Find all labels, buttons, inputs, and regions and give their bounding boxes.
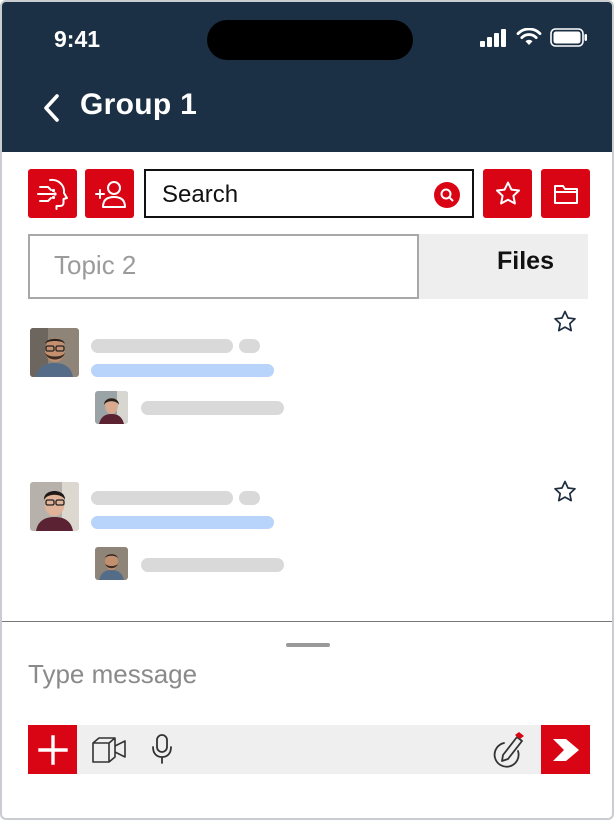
ai-head-icon xyxy=(36,178,68,210)
reply-avatar[interactable] xyxy=(95,391,128,424)
reply-text-placeholder xyxy=(141,401,284,415)
add-user-icon xyxy=(94,180,126,208)
send-button[interactable] xyxy=(541,725,590,774)
tab-topic[interactable]: Topic 2 xyxy=(28,234,419,299)
folder-icon xyxy=(553,184,578,204)
star-icon[interactable] xyxy=(552,479,578,505)
folder-button[interactable] xyxy=(541,169,590,218)
back-chevron-icon[interactable] xyxy=(38,90,66,126)
battery-icon xyxy=(550,28,587,47)
star-icon[interactable] xyxy=(552,309,578,335)
message-input[interactable]: Type message xyxy=(28,659,197,690)
reply-avatar[interactable] xyxy=(95,547,128,580)
avatar[interactable] xyxy=(30,328,79,377)
favorites-button[interactable] xyxy=(483,169,532,218)
plus-icon xyxy=(37,734,68,765)
reply-text-placeholder xyxy=(141,558,284,572)
search-input[interactable]: Search xyxy=(144,169,474,218)
video-camera-icon[interactable] xyxy=(90,735,128,765)
star-icon xyxy=(495,181,520,204)
message-sender-placeholder xyxy=(91,339,233,353)
dynamic-island xyxy=(207,20,413,60)
send-arrow-icon xyxy=(552,738,579,761)
add-member-button[interactable] xyxy=(85,169,134,218)
message-link-placeholder[interactable] xyxy=(91,516,274,529)
page-title: Group 1 xyxy=(80,88,198,121)
ai-assistant-button[interactable] xyxy=(28,169,77,218)
message-sender-placeholder xyxy=(91,491,233,505)
message-link-placeholder[interactable] xyxy=(91,364,274,377)
avatar[interactable] xyxy=(30,482,79,531)
signal-icon xyxy=(480,28,506,47)
app-screen: 9:41 Group 1 Search Topic 2 Files Type m… xyxy=(0,0,614,820)
header: 9:41 Group 1 xyxy=(2,2,612,152)
drag-handle[interactable] xyxy=(286,643,330,647)
sketch-pen-icon[interactable] xyxy=(490,731,526,769)
wifi-icon xyxy=(516,28,542,45)
add-attachment-button[interactable] xyxy=(28,725,77,774)
status-icons xyxy=(480,28,588,47)
status-time: 9:41 xyxy=(54,26,101,52)
microphone-icon[interactable] xyxy=(149,732,175,766)
message-time-placeholder xyxy=(239,491,260,505)
tab-files[interactable]: Files xyxy=(497,247,554,276)
search-icon[interactable] xyxy=(434,182,460,208)
search-placeholder: Search xyxy=(162,181,239,208)
tab-topic-label: Topic 2 xyxy=(54,250,137,280)
composer-divider xyxy=(2,621,612,622)
message-time-placeholder xyxy=(239,339,260,353)
